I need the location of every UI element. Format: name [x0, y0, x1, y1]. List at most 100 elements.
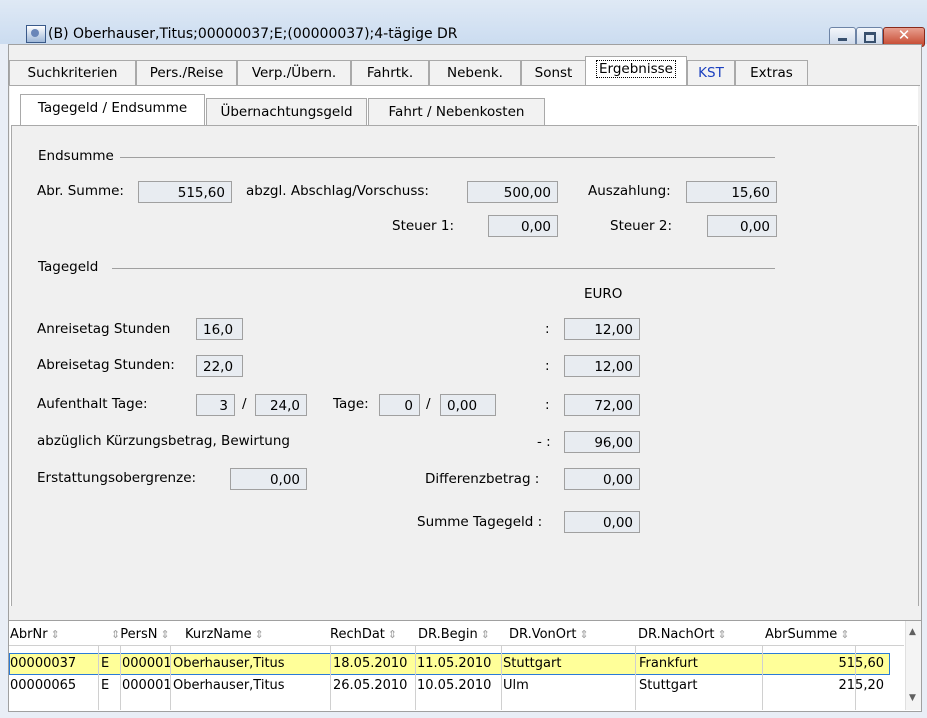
tage-slash: / — [426, 396, 431, 412]
sort-icon: ⇕ — [840, 628, 850, 641]
tab-pers-reise[interactable]: Pers./Reise — [136, 60, 237, 85]
kuerzung-sep: - : — [537, 434, 551, 450]
tab-fahrtk[interactable]: Fahrtk. — [351, 60, 429, 85]
cell-abrnr: 00000065 — [10, 678, 77, 693]
cell-abrnr: 00000037 — [10, 656, 77, 671]
tab-nebenk[interactable]: Nebenk. — [429, 60, 521, 85]
grid-column-divider — [170, 646, 171, 710]
application-window: (B) Oberhauser,Titus;00000037;E;(0000003… — [0, 0, 927, 718]
abr-summe-field[interactable]: 515,60 — [138, 181, 232, 203]
auszahlung-field[interactable]: 15,60 — [686, 181, 777, 203]
differenz-label: Differenzbetrag : — [425, 471, 540, 487]
window-title: (B) Oberhauser,Titus;00000037;E;(0000003… — [48, 26, 458, 42]
tab-extras[interactable]: Extras — [735, 60, 808, 85]
grid-column-divider — [855, 646, 856, 710]
grid-column-divider — [762, 646, 763, 710]
column-header-drvonort[interactable]: DR.VonOrt ⇕ — [509, 627, 589, 642]
column-header-drbegin[interactable]: DR.Begin ⇕ — [418, 627, 490, 642]
table-row[interactable]: 00000065 E 000001 Oberhauser,Titus 26.05… — [9, 675, 890, 697]
grid-column-divider — [98, 646, 99, 710]
vertical-scrollbar[interactable]: ▲ ▼ — [905, 621, 921, 710]
auszahlung-label: Auszahlung: — [588, 183, 671, 199]
tagegeld-divider — [112, 268, 775, 269]
endsumme-divider — [120, 157, 775, 158]
tab-verp-uebern[interactable]: Verp./Übern. — [237, 60, 351, 85]
grid-column-divider — [635, 646, 636, 710]
sort-icon: ⇕ — [50, 628, 60, 641]
title-bar[interactable]: (B) Oberhauser,Titus;00000037;E;(0000003… — [0, 0, 927, 47]
abreise-colon: : — [545, 358, 550, 374]
abr-summe-label: Abr. Summe: — [37, 183, 124, 199]
aufenthalt-amount-field[interactable]: 72,00 — [564, 394, 640, 416]
app-icon — [26, 25, 46, 43]
column-header-kurzname[interactable]: KurzName ⇕ — [185, 627, 264, 642]
abreise-hours-field[interactable]: 22,0 — [196, 355, 243, 377]
tab-suchkriterien[interactable]: Suchkriterien — [9, 60, 136, 85]
aufenthalt-days-field[interactable]: 3 — [196, 394, 235, 416]
sort-icon: ⇕ — [254, 628, 264, 641]
summe-tagegeld-label: Summe Tagegeld : — [417, 514, 543, 530]
cell-abrsumme: 215,20 — [838, 678, 885, 693]
column-header-rechdat[interactable]: RechDat ⇕ — [330, 627, 397, 642]
cell-nachort: Stuttgart — [639, 678, 698, 693]
erstattung-field[interactable]: 0,00 — [230, 468, 307, 490]
column-header-abrnr[interactable]: AbrNr ⇕ — [10, 627, 60, 642]
cell-persnr: 000001 — [122, 656, 172, 671]
cell-drbegin: 10.05.2010 — [417, 678, 492, 693]
abreise-label: Abreisetag Stunden: — [37, 357, 175, 373]
steuer1-field[interactable]: 0,00 — [488, 215, 558, 237]
aufenthalt-slash: / — [242, 396, 247, 412]
tagegeld-header: Tagegeld — [38, 259, 99, 275]
tage-rate-field[interactable]: 0,00 — [440, 394, 496, 416]
steuer2-field[interactable]: 0,00 — [707, 215, 777, 237]
subtab-uebernachtungsgeld[interactable]: Übernachtungsgeld — [206, 98, 367, 125]
table-row-empty[interactable] — [9, 697, 890, 711]
column-header-persn[interactable]: ⇕PersN ⇕ — [108, 627, 170, 642]
tage-label: Tage: — [333, 396, 369, 412]
sort-icon: ⇕ — [579, 628, 589, 641]
grid-column-divider — [415, 646, 416, 710]
cell-type: E — [101, 678, 110, 693]
endsumme-header: Endsumme — [38, 148, 114, 164]
sort-icon: ⇕ — [160, 628, 170, 641]
kuerzung-label: abzüglich Kürzungsbetrag, Bewirtung — [37, 433, 290, 449]
sort-icon: ⇕ — [111, 628, 121, 641]
cell-abrsumme: 515,60 — [838, 656, 885, 671]
table-row[interactable]: 00000037 E 000001 Oberhauser,Titus 18.05… — [9, 653, 890, 675]
tab-kst[interactable]: KST — [687, 60, 735, 85]
aufenthalt-hours-field[interactable]: 24,0 — [255, 394, 307, 416]
grid-column-divider — [120, 646, 121, 710]
cell-vonort: Ulm — [503, 678, 529, 693]
cell-kurzname: Oberhauser,Titus — [173, 678, 285, 693]
tab-ergebnisse[interactable]: Ergebnisse — [585, 56, 687, 87]
grid-column-divider — [330, 646, 331, 710]
kuerzung-amount-field[interactable]: 96,00 — [564, 431, 640, 453]
steuer2-label: Steuer 2: — [610, 218, 673, 234]
euro-label: EURO — [584, 286, 623, 302]
summe-tagegeld-field[interactable]: 0,00 — [564, 511, 640, 533]
column-header-drnachort[interactable]: DR.NachOrt ⇕ — [638, 627, 727, 642]
anreise-hours-field[interactable]: 16,0 — [196, 318, 243, 340]
subtab-tagegeld-endsumme[interactable]: Tagegeld / Endsumme — [20, 94, 205, 127]
abschlag-label: abzgl. Abschlag/Vorschuss: — [246, 183, 429, 199]
erstattung-label: Erstattungsobergrenze: — [37, 470, 197, 486]
cell-drbegin: 11.05.2010 — [417, 656, 492, 671]
abschlag-field[interactable]: 500,00 — [467, 181, 558, 203]
scroll-up-icon[interactable]: ▲ — [909, 627, 916, 637]
cell-nachort: Frankfurt — [639, 656, 698, 671]
tage-days-field[interactable]: 0 — [379, 394, 420, 416]
anreise-amount-field[interactable]: 12,00 — [564, 318, 640, 340]
abreise-amount-field[interactable]: 12,00 — [564, 355, 640, 377]
grid-column-divider — [501, 646, 502, 710]
cell-kurzname: Oberhauser,Titus — [173, 656, 285, 671]
differenz-field[interactable]: 0,00 — [564, 468, 640, 490]
sort-icon: ⇕ — [387, 628, 398, 641]
sort-icon: ⇕ — [480, 628, 490, 641]
tab-sonst[interactable]: Sonst — [521, 60, 586, 85]
steuer1-label: Steuer 1: — [392, 218, 455, 234]
cell-type: E — [101, 656, 110, 671]
subtab-fahrt-nebenkosten[interactable]: Fahrt / Nebenkosten — [368, 98, 545, 125]
column-header-abrsumme[interactable]: AbrSumme ⇕ — [765, 627, 850, 642]
scroll-down-icon[interactable]: ▼ — [909, 693, 916, 703]
aufenthalt-colon: : — [545, 397, 550, 413]
